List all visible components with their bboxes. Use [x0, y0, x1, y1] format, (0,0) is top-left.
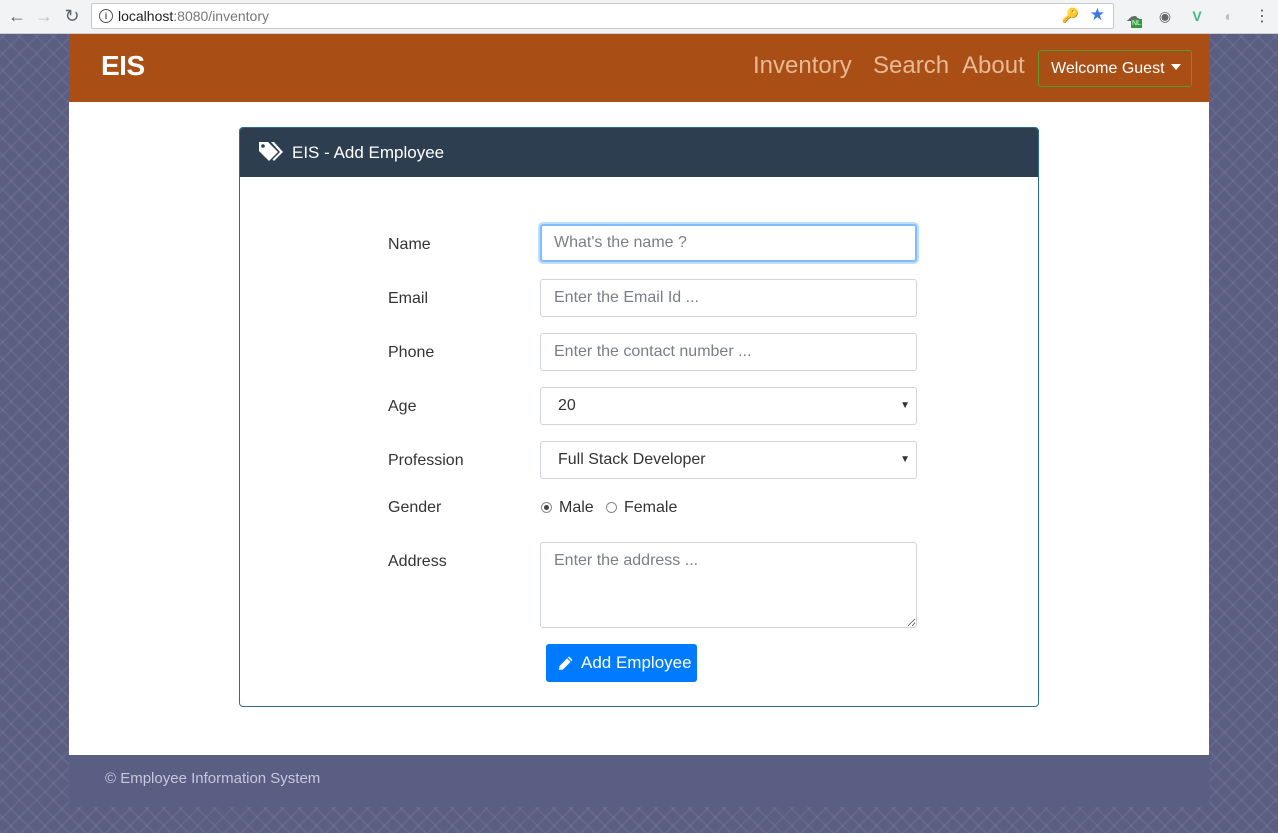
gender-female-radio[interactable]	[606, 502, 617, 513]
info-icon[interactable]: i	[99, 9, 113, 23]
back-arrow-icon[interactable]: ←	[6, 5, 28, 27]
nav-link-about[interactable]: About	[962, 52, 1025, 80]
nav-link-search[interactable]: Search	[873, 52, 949, 80]
name-label: Name	[388, 236, 431, 253]
card-title: EIS - Add Employee	[292, 143, 445, 162]
email-label: Email	[388, 290, 429, 307]
footer-copyright: © Employee Information System	[105, 770, 321, 787]
gender-male-radio[interactable]	[541, 502, 552, 513]
forward-arrow-icon[interactable]: →	[33, 5, 55, 27]
reload-icon[interactable]: ↻	[61, 5, 83, 27]
gender-radio-group: Male Female	[540, 499, 740, 521]
add-employee-button[interactable]: Add Employee	[546, 644, 697, 682]
tags-icon	[259, 142, 283, 161]
address-bar[interactable]: i localhost:8080/inventory 🔑 ★	[91, 3, 1114, 29]
phone-label: Phone	[388, 344, 435, 361]
footer: © Employee Information System	[69, 755, 1209, 807]
url-text[interactable]: localhost:8080/inventory	[118, 8, 269, 24]
address-label: Address	[388, 553, 447, 570]
extension-badge: NL	[1131, 19, 1142, 28]
extension-globe-icon[interactable]: ◉	[1156, 7, 1174, 25]
pencil-icon	[559, 656, 573, 670]
age-label: Age	[388, 398, 417, 415]
vue-devtools-icon[interactable]: V	[1188, 7, 1206, 25]
bookmark-star-icon[interactable]: ★	[1090, 5, 1105, 25]
navbar: EIS Inventory Search About Welcome Guest	[69, 34, 1209, 102]
gender-male-label[interactable]: Male	[559, 499, 594, 517]
nav-link-inventory[interactable]: Inventory	[753, 52, 852, 80]
age-select[interactable]: 20 ▼	[540, 387, 917, 425]
name-input[interactable]	[540, 224, 917, 262]
gender-label: Gender	[388, 499, 442, 516]
card-header: EIS - Add Employee	[240, 128, 1038, 177]
browser-menu-icon[interactable]: ⋮	[1254, 6, 1270, 26]
add-employee-label: Add Employee	[581, 653, 692, 672]
profession-value: Full Stack Developer	[558, 451, 706, 468]
add-employee-card: EIS - Add Employee Name Email Phone Age …	[239, 127, 1039, 707]
key-icon[interactable]: 🔑	[1062, 7, 1079, 24]
select-arrow-icon: ▼	[900, 400, 910, 411]
extension-moon-icon[interactable]: ◐	[1220, 7, 1238, 25]
email-input[interactable]	[540, 279, 917, 317]
address-textarea[interactable]	[540, 542, 917, 628]
brand-logo[interactable]: EIS	[101, 50, 145, 82]
profession-select[interactable]: Full Stack Developer ▼	[540, 441, 917, 479]
select-arrow-icon: ▼	[900, 454, 910, 465]
app-container: EIS Inventory Search About Welcome Guest…	[69, 34, 1209, 807]
age-value: 20	[558, 397, 576, 414]
welcome-dropdown-button[interactable]: Welcome Guest	[1038, 50, 1192, 87]
phone-input[interactable]	[540, 333, 917, 371]
gender-female-label[interactable]: Female	[624, 499, 677, 517]
caret-down-icon	[1170, 63, 1181, 70]
welcome-label: Welcome Guest	[1051, 60, 1165, 77]
profession-label: Profession	[388, 452, 464, 469]
browser-toolbar: ← → ↻ i localhost:8080/inventory 🔑 ★ ☁ N…	[0, 0, 1278, 34]
